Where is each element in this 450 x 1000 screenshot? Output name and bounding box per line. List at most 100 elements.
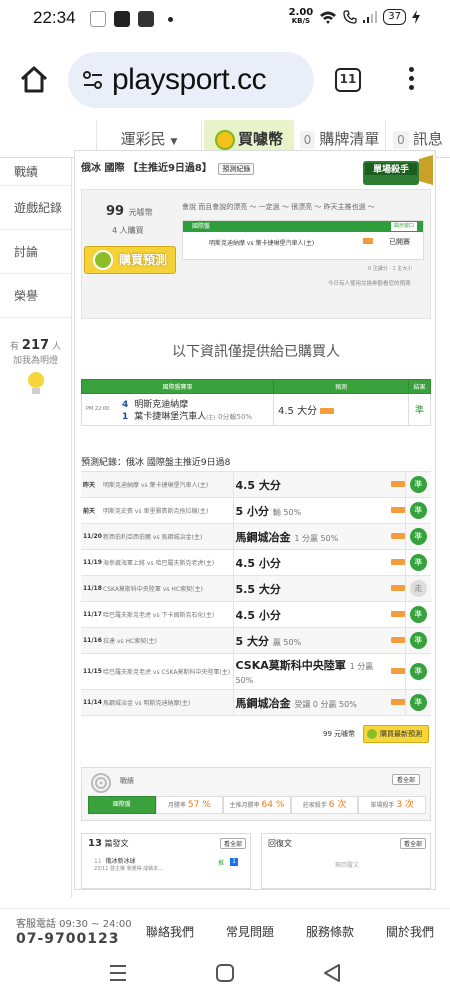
articles-label: 篇發文 <box>104 839 129 848</box>
buy-prediction-button[interactable]: 購買預測 <box>84 246 176 274</box>
lightbulb-icon <box>27 372 44 394</box>
history-odds-cell <box>379 575 405 602</box>
article-title: 俄冰新冰球 <box>105 858 136 865</box>
overflow-menu-icon[interactable] <box>409 67 415 94</box>
beacon-prefix: 有 <box>10 342 20 352</box>
history-row: 前天 明斯克史賓 vs 車里雅賓斯克拖拉機(主) 5 小分 輸 50% 準 <box>81 497 431 524</box>
history-result-cell: 準 <box>404 549 431 576</box>
replies-box: 回復文 看全部 無回覆文 <box>261 833 431 889</box>
profile-sidebar: 戰績 遊戲紀錄 討論 榮譽 有 217 人 加我為明燈 <box>0 158 72 898</box>
buy-latest-button[interactable]: 購買最新預測 <box>363 725 429 743</box>
call-icon <box>343 10 357 24</box>
footer-links: 聯絡我們 常見問題 服務條款 關於我們 <box>146 923 434 940</box>
replies-see-all-button[interactable]: 看全部 <box>399 838 426 849</box>
stat-market[interactable]: 國際盤 <box>88 796 156 814</box>
history-row: 11/16 拉達 vs HC索契(主) 5 大分 贏 50% 準 <box>81 627 431 654</box>
stat-banker-killer: 莊家殺手 6 次 <box>290 796 359 814</box>
nav-messages-label: 訊息 <box>412 130 443 148</box>
today-note: 今日有人使用兌換券觀看您的預測 <box>328 281 411 287</box>
mini-game-card: 國際盤 開示窗口 明斯克迪納摩 vs 葉卡捷琳堡汽車人(主) 已開賽 <box>182 220 424 260</box>
history-note: 贏 50% <box>272 637 302 647</box>
recent-apps-icon[interactable] <box>108 964 128 982</box>
history-table: 昨天 明斯克迪納摩 vs 葉卡捷琳堡汽車人(主) 4.5 大分 準前天 明斯克史賓 v… <box>81 471 431 716</box>
sidebar-item-game-log[interactable]: 遊戲紀錄 <box>0 186 71 230</box>
history-result-cell: 準 <box>404 497 431 524</box>
history-odds-cell <box>379 627 405 654</box>
mini-status: 已開賽 <box>389 238 410 246</box>
stat-month-rate: 月勝率 57 % <box>155 796 224 814</box>
history-pick: 5.5 大分 <box>235 582 281 596</box>
site-footer: 客服電話 09:30 ~ 24:00 07-9700123 聯絡我們 常見問題 … <box>0 908 450 948</box>
stat-single-killer-label: 單場殺手 <box>370 802 397 809</box>
history-result-cell: 準 <box>404 523 431 550</box>
footer-link-about[interactable]: 關於我們 <box>386 923 434 940</box>
sidebar-item-honor[interactable]: 榮譽 <box>0 274 71 318</box>
article-num: 11 <box>94 858 102 865</box>
history-game: 明斯克史賓 vs 車里雅賓斯克拖拉機(主) <box>103 497 233 524</box>
mini-header-label: 國際盤 <box>192 223 211 230</box>
sidebar-item-discussion[interactable]: 討論 <box>0 230 71 274</box>
wifi-icon <box>320 11 337 24</box>
price-unit: 元噱幣 <box>128 208 153 217</box>
battery-icon: 37 <box>383 9 406 25</box>
record-label: 戰績 <box>120 777 134 785</box>
prediction-pick-cell: 4.5 大分 <box>273 393 409 426</box>
history-game: 馬鋼城冶金 vs 明斯克迪納摩(主) <box>103 689 233 716</box>
footer-link-terms[interactable]: 服務條款 <box>306 923 354 940</box>
history-date: 11/20 <box>81 523 103 550</box>
nav-cart-label: 購牌清單 <box>319 130 380 148</box>
history-result-cell: 準 <box>404 627 431 654</box>
coin-icon <box>214 129 235 150</box>
price-again: 99 元噱幣 <box>323 730 356 738</box>
back-icon[interactable] <box>322 963 342 983</box>
prediction-record-button[interactable]: 預測紀錄 <box>218 163 255 175</box>
history-pick: 馬鋼城冶金 <box>235 696 291 710</box>
mini-open-button[interactable]: 開示窗口 <box>390 222 417 231</box>
price: 99 元噱幣 <box>106 204 153 219</box>
history-game: CSKA莫斯科中央陸軍 vs HC索契(主) <box>103 575 233 602</box>
locked-message: 以下資訊僅提供給已購買人 <box>172 344 340 360</box>
prediction-game-cell: PM 22:00 4 明斯克迪納摩 1 葉卡捷琳堡汽車人(主) 0分輸50% <box>81 393 274 426</box>
stat-market-label: 國際盤 <box>112 801 131 808</box>
beacon-box[interactable]: 有 217 人 加我為明燈 <box>0 338 71 401</box>
history-pick: 4.5 小分 <box>235 608 281 622</box>
result-badge: 準 <box>409 632 427 649</box>
record-see-all-button[interactable]: 看全部 <box>391 774 420 785</box>
stat-single-killer-value: 3 次 <box>396 800 414 810</box>
prediction-result-cell: 準 <box>408 393 431 426</box>
buyer-count: 4 人購買 <box>112 226 144 235</box>
history-game: 新西伯利亞西伯爾 vs 馬鋼城冶金(主) <box>103 523 233 550</box>
intro-text: 會說 而且會說的漂亮 ～ 一定過 ～ 很漂亮 ～ 昨天主推也過 ～ <box>182 203 375 211</box>
site-settings-icon[interactable] <box>82 70 104 90</box>
sidebar-item-record[interactable]: 戰績 <box>0 158 71 186</box>
history-row: 11/19 海參崴海軍上將 vs 哈巴羅夫斯克老虎(主) 4.5 小分 準 <box>81 549 431 576</box>
history-date: 11/14 <box>81 689 103 716</box>
history-odds-cell <box>379 523 405 550</box>
replies-empty: 無回覆文 <box>334 862 359 869</box>
mini-game-text: 明斯克迪納摩 vs 葉卡捷琳堡汽車人(主) <box>209 240 315 247</box>
home-icon[interactable] <box>18 64 50 96</box>
nav-lottery-user-label: 運彩民 <box>120 130 166 148</box>
coin-icon <box>367 729 377 739</box>
tab-switcher-button[interactable]: 11 <box>335 68 361 92</box>
address-bar[interactable]: playsport.cc <box>68 52 314 108</box>
article-tag: 推 <box>218 860 225 867</box>
articles-count: 13 <box>88 838 102 849</box>
odds-tag-icon <box>363 238 373 244</box>
odds-tag-icon <box>390 558 405 565</box>
stat-banker-killer-label: 莊家殺手 <box>302 802 329 809</box>
history-pick-cell: 5 小分 輸 50% <box>232 497 379 524</box>
purchase-info-box: 99 元噱幣 4 人購買 購買預測 會說 而且會說的漂亮 ～ 一定過 ～ 很漂亮… <box>81 189 431 319</box>
odds-tag-icon <box>390 610 405 617</box>
articles-see-all-button[interactable]: 看全部 <box>219 838 246 849</box>
service-phone[interactable]: 07-9700123 <box>16 931 119 943</box>
col-game: 國際盤賽事 <box>81 379 274 394</box>
home-num: 1 <box>122 412 129 422</box>
history-date: 前天 <box>81 497 103 524</box>
tiktok-icon <box>90 11 106 27</box>
coin-icon <box>93 250 113 270</box>
footer-link-contact[interactable]: 聯絡我們 <box>146 923 194 940</box>
article-entry[interactable]: 11 俄冰新冰球 23/11 發主推 我覺得 成績本... <box>94 856 163 872</box>
footer-link-faq[interactable]: 常見問題 <box>226 923 274 940</box>
home-nav-icon[interactable] <box>215 963 235 983</box>
